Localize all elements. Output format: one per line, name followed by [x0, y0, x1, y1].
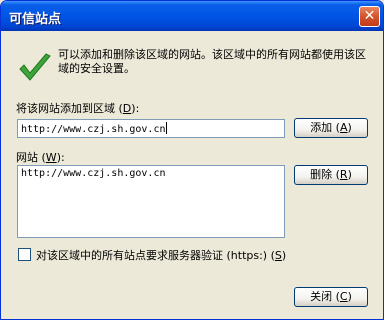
close-icon: ✕	[363, 8, 376, 24]
add-site-input-value: http://www.czj.sh.gov.cn	[21, 124, 166, 135]
require-https-checkbox[interactable]	[18, 248, 31, 261]
website-list-item[interactable]: http://www.czj.sh.gov.cn	[21, 168, 166, 179]
websites-label: 网站 (W):	[16, 151, 65, 164]
close-window-button[interactable]: ✕	[359, 6, 380, 27]
window-title: 可信站点	[9, 12, 62, 27]
checkmark-icon	[19, 53, 51, 81]
add-button[interactable]: 添加 (A)	[294, 118, 368, 138]
remove-button[interactable]: 删除 (R)	[294, 165, 368, 185]
add-site-input[interactable]: http://www.czj.sh.gov.cn	[17, 119, 285, 138]
close-button[interactable]: 关闭 (C)	[294, 287, 368, 307]
trusted-sites-dialog: 可信站点 ✕ 可以添加和删除该区域的网站。该区域中的所有网站都使用该区域的安全设…	[0, 0, 384, 320]
dialog-body: 可以添加和删除该区域的网站。该区域中的所有网站都使用该区域的安全设置。 将该网站…	[4, 31, 380, 316]
add-site-label: 将该网站添加到区域 (D):	[16, 102, 140, 115]
zone-description: 可以添加和删除该区域的网站。该区域中的所有网站都使用该区域的安全设置。	[58, 48, 366, 75]
require-https-label[interactable]: 对该区域中的所有站点要求服务器验证 (https:) (S)	[36, 247, 286, 263]
title-bar[interactable]: 可信站点 ✕	[1, 1, 383, 31]
websites-list[interactable]: http://www.czj.sh.gov.cn	[17, 165, 285, 238]
